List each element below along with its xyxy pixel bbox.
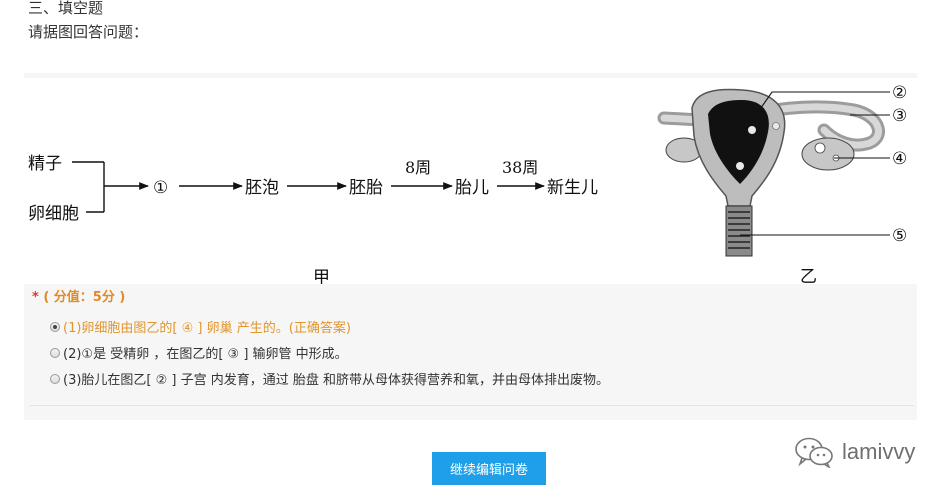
answer-text-3: (3)胎儿在图乙[ ② ] 子宫 内发育，通过 胎盘 和脐带从母体获得营养和氧，… [63, 373, 610, 388]
answer-text-2: (2)①是 受精卵 ，在图乙的[ ③ ] 输卵管 中形成。 [63, 347, 348, 362]
flow-egg: 卵细胞 [28, 204, 79, 224]
figure-caption-left: 甲 [313, 268, 330, 284]
answer-option-1[interactable]: (1)卵细胞由图乙的[ ④ ] 卵巢 产生的。(正确答案) [50, 317, 351, 336]
figure-label-5: ⑤ [892, 226, 907, 246]
flow-stage-2: 胚泡 [245, 178, 279, 198]
flow-stage-4: 胎儿 [455, 178, 489, 198]
figure-caption-right: 乙 [800, 267, 817, 284]
wechat-icon [795, 437, 833, 468]
flow-stage-3: 胚胎 [349, 178, 383, 198]
question-figure: 精子 卵细胞 ① 胚泡 胚胎 8周 胎儿 38周 新生儿 甲 ② ③ ④ ⑤ 乙 [24, 78, 917, 288]
score-label: * ( 分值：5分 ) [32, 286, 125, 305]
radio-button[interactable] [50, 347, 60, 358]
figure-label-3: ③ [892, 106, 907, 126]
answer-option-3[interactable]: (3)胎儿在图乙[ ② ] 子宫 内发育，通过 胎盘 和脐带从母体获得营养和氧，… [50, 369, 609, 388]
radio-button-checked[interactable] [50, 321, 60, 332]
flow-stage-5: 新生儿 [547, 178, 598, 198]
flow-week-38: 38周 [502, 158, 538, 177]
section-title: 三、填空题 [28, 0, 104, 17]
score-text: ( 分值：5分 ) [43, 290, 126, 305]
card-divider [30, 405, 914, 406]
figure-diagram: 精子 卵细胞 ① 胚泡 胚胎 8周 胎儿 38周 新生儿 甲 ② ③ ④ ⑤ 乙 [28, 83, 907, 288]
flow-sperm: 精子 [28, 154, 62, 174]
question-prompt: 请据图回答问题： [28, 23, 149, 41]
answer-option-2[interactable]: (2)①是 受精卵 ，在图乙的[ ③ ] 输卵管 中形成。 [50, 343, 348, 362]
radio-button[interactable] [50, 373, 60, 384]
reproductive-system-drawing [657, 88, 890, 257]
continue-edit-button[interactable]: 继续编辑问卷 [432, 452, 546, 485]
required-star: * [32, 290, 39, 305]
watermark-text: lamivvy [842, 439, 916, 464]
flow-week-8: 8周 [405, 158, 431, 177]
flow-stage-1: ① [153, 178, 168, 198]
watermark: lamivvy [794, 436, 915, 468]
figure-label-2: ② [892, 83, 907, 103]
answer-text-1: (1)卵细胞由图乙的[ ④ ] 卵巢 产生的。(正确答案) [63, 321, 351, 336]
figure-label-4: ④ [892, 149, 907, 169]
